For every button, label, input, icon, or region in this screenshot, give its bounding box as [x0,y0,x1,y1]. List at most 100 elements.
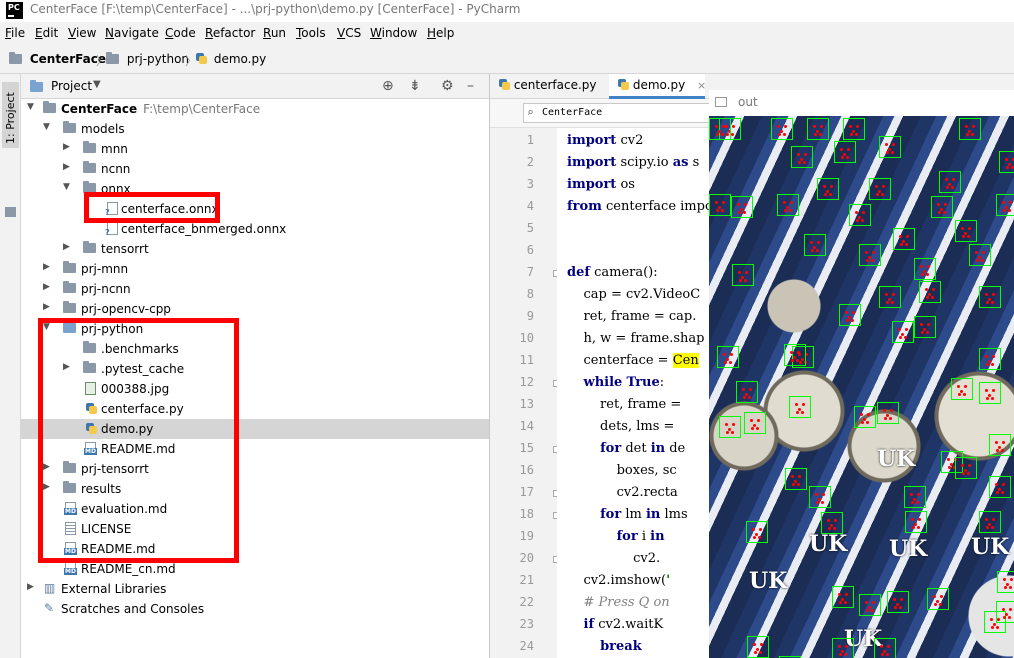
folder-icon [83,141,96,153]
menu-refactor[interactable]: Refactor [205,26,255,40]
menu-tools[interactable]: Tools [296,26,326,40]
code-line: h, w = frame.shap [567,331,705,346]
face-detection-box [999,151,1014,173]
tab-label: centerface.py [513,78,597,92]
line-number: 3 [526,177,534,191]
menu-vcs[interactable]: VCS [337,26,361,40]
menu-navigate[interactable]: Navigate [105,26,159,40]
code-line: dets, lms = [567,419,675,434]
chevron-right-icon[interactable]: ▶ [63,242,70,252]
gear-icon[interactable]: ⚙ [441,78,454,94]
face-detection-box [905,511,927,533]
folder-icon [63,301,76,313]
breadcrumb-demo-label: demo.py [213,52,267,66]
output-window-titlebar[interactable]: out [709,90,1014,116]
libraries-icon: ▥ [44,581,56,595]
tool-window-stripe: 1: Project [0,74,21,658]
close-icon[interactable]: × [697,79,706,92]
chevron-down-icon[interactable]: ▼ [43,122,50,132]
face-detection-box [717,346,739,368]
face-detection-box [744,412,766,434]
tab-centerface-py[interactable]: centerface.py × [490,74,618,99]
face-detection-box [859,594,881,616]
line-number: 7 [526,265,534,279]
highlight-box [38,318,239,563]
face-detection-box [784,344,806,366]
folder-icon [9,52,22,64]
line-number: 2 [526,155,534,169]
menu-edit[interactable]: Edit [35,26,58,40]
code-line: import os [567,177,635,192]
collapse-all-icon[interactable]: ⇟ [409,78,421,94]
chevron-right-icon[interactable]: ▶ [63,142,70,152]
tree-row-prj-mnn[interactable]: ▶ prj-mnn [21,259,489,279]
line-number: 1 [526,133,534,147]
project-tree: ▼ CenterFace F:\temp\CenterFace ▼ models … [21,99,489,658]
tab-demo-py[interactable]: demo.py × [609,74,706,99]
project-tab-label: 1: Project [4,92,17,144]
menu-window[interactable]: Window [370,26,417,40]
line-number: 8 [526,287,534,301]
locate-file-icon[interactable]: ⊕ [382,78,394,94]
window-title: CenterFace [F:\temp\CenterFace] - ...\pr… [30,2,521,16]
tree-row-external-libraries[interactable]: ▶ ▥ External Libraries [21,579,489,599]
unknown-file-icon [105,222,118,237]
face-detection-box [996,194,1014,216]
menu-file[interactable]: File [5,26,25,40]
structure-search-input[interactable]: ⌕ CenterFace [523,103,723,123]
face-detection-box [951,378,973,400]
project-tool-window-tab[interactable]: 1: Project [2,82,19,148]
breadcrumb: CenterFace 〉 prj-python 〉 demo.py [0,44,1014,74]
face-detection-box [791,146,813,168]
line-number: 22 [519,595,534,609]
tree-row-prj-ncnn[interactable]: ▶ prj-ncnn [21,279,489,299]
tree-path: F:\temp\CenterFace [143,102,261,116]
menu-run[interactable]: Run [263,26,286,40]
breadcrumb-item-demo-py[interactable]: demo.py [195,52,266,66]
tree-label: prj-mnn [81,262,129,276]
hide-panel-icon[interactable]: – [467,78,474,94]
code-line: ret, frame = [567,397,682,412]
face-detection-box [892,321,914,343]
tree-row-models[interactable]: ▼ models [21,119,489,139]
tree-label: README_cn.md [81,562,176,576]
chevron-right-icon[interactable]: ▶ [43,302,50,312]
menu-code[interactable]: Code [165,26,196,40]
tree-label: mnn [101,142,128,156]
tree-row-tensorrt[interactable]: ▶ tensorrt [21,239,489,259]
face-detection-box [869,178,891,200]
chevron-down-icon[interactable]: ▼ [63,182,70,192]
line-number: 23 [519,617,534,631]
face-detection-box [877,402,899,424]
chevron-down-icon[interactable]: ▼ [27,102,34,112]
tree-row-ncnn[interactable]: ▶ ncnn [21,159,489,179]
tree-row-centerface[interactable]: ▼ CenterFace F:\temp\CenterFace [21,99,489,119]
chevron-down-icon[interactable]: ▼ [93,79,101,90]
line-number: 10 [519,331,534,345]
tree-row-mnn[interactable]: ▶ mnn [21,139,489,159]
tree-row-scratches-and-consoles[interactable]: ✎ Scratches and Consoles [21,599,489,619]
chevron-right-icon[interactable]: ▶ [43,282,50,292]
line-number: 6 [526,243,534,257]
face-detection-box [809,486,831,508]
breadcrumb-item-prj-python[interactable]: prj-python [106,52,189,66]
face-detection-box [709,194,731,216]
face-detection-box [746,521,768,543]
output-image-window[interactable]: out UK UK UK UK UK UK [709,90,1014,658]
uk-logo: UK [889,536,928,562]
menu-view[interactable]: View [68,26,96,40]
tree-label: models [81,122,125,136]
structure-search-value: CenterFace [542,107,603,118]
structure-tool-window-icon[interactable] [5,207,16,217]
chevron-right-icon[interactable]: ▶ [43,262,50,272]
chevron-right-icon[interactable]: ▶ [27,582,34,592]
highlight-box [84,192,220,223]
menu-help[interactable]: Help [427,26,454,40]
chevron-right-icon[interactable]: ▶ [63,162,70,172]
editor-gutter[interactable]: 1 2 3 4 5 6 7 8 9 10 11 12 13 14 15 16 17 18 19 20 21 22 23 24 [490,128,560,658]
menu-bar: File Edit View Navigate Code Refactor Ru… [0,22,1014,44]
tree-label: CenterFace [61,102,138,116]
tree-row-prj-opencv-cpp[interactable]: ▶ prj-opencv-cpp [21,299,489,319]
project-view-selector[interactable]: Project [51,79,92,93]
breadcrumb-item-root[interactable]: CenterFace [9,52,106,66]
